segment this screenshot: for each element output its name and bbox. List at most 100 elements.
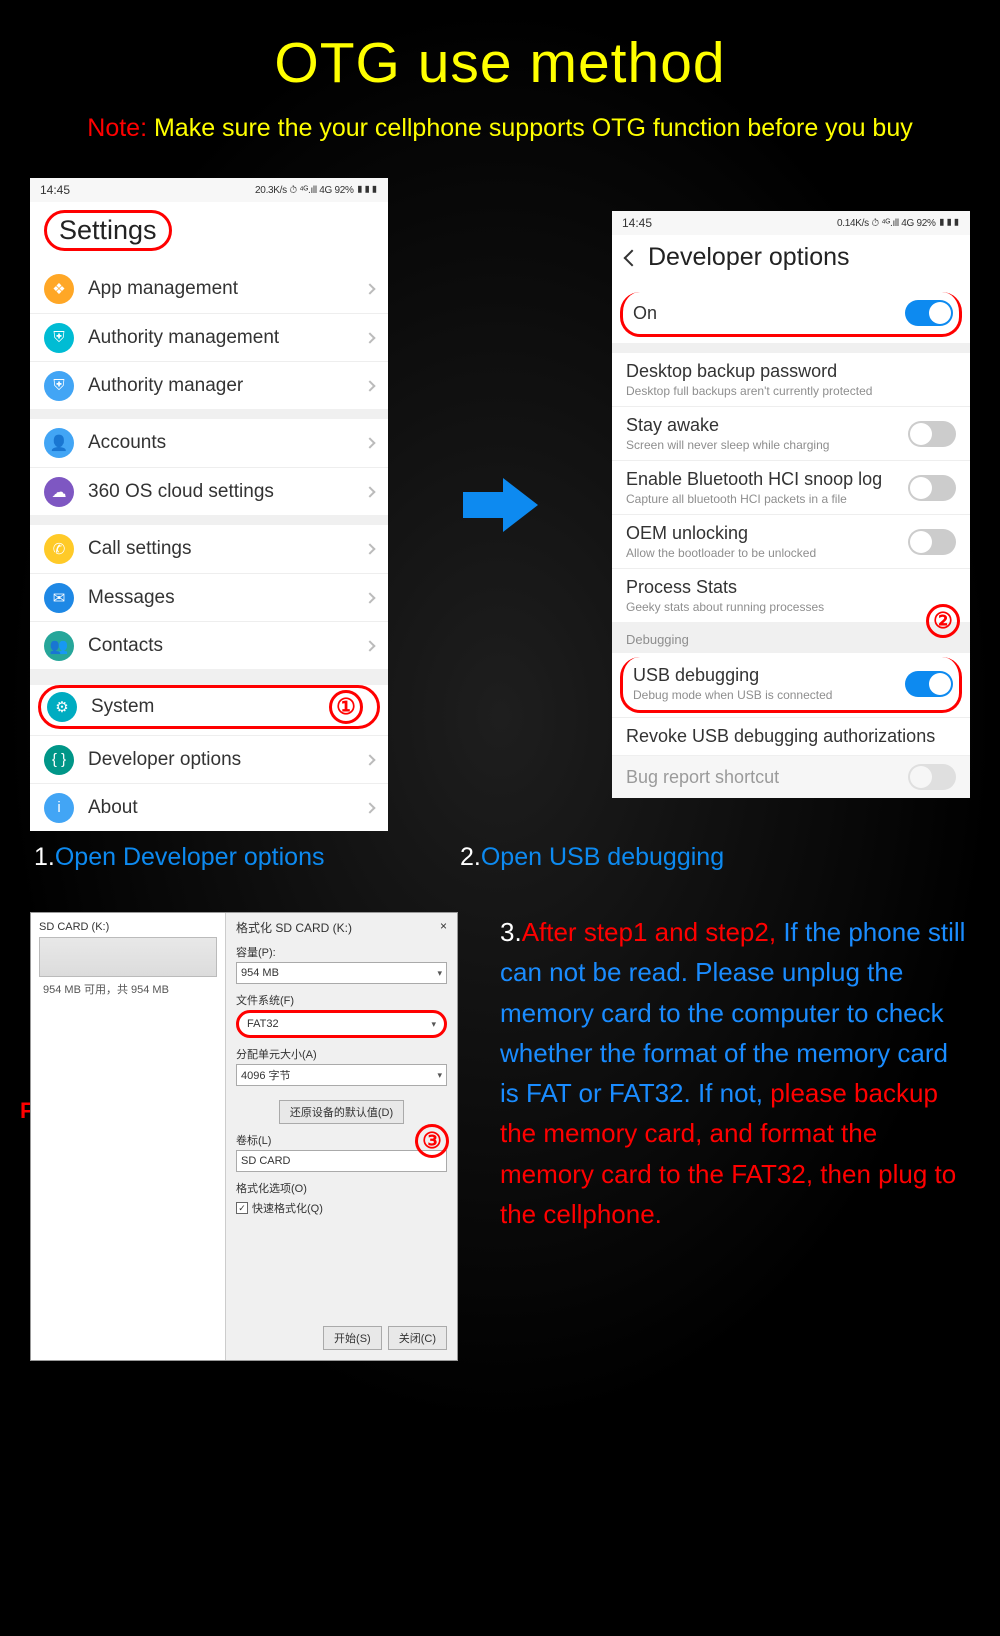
usb-debugging-row-highlight[interactable]: USB debugging Debug mode when USB is con…: [620, 657, 962, 713]
dev-item-stay-awake[interactable]: Stay awakeScreen will never sleep while …: [612, 406, 970, 460]
settings-item-authority-management[interactable]: ⛨ Authority management: [30, 313, 388, 361]
chevron-right-icon: [364, 283, 375, 294]
settings-item-contacts[interactable]: 👥 Contacts: [30, 621, 388, 669]
usb-debugging-sub: Debug mode when USB is connected: [633, 688, 895, 702]
caption-1-text: Open Developer options: [55, 843, 325, 871]
chevron-right-icon: [364, 380, 375, 391]
dev-item-title: Process Stats: [626, 577, 956, 598]
revoke-label: Revoke USB debugging authorizations: [626, 726, 956, 747]
revoke-usb-row[interactable]: Revoke USB debugging authorizations: [612, 717, 970, 755]
settings-item-developer-options[interactable]: { } Developer options: [30, 735, 388, 783]
volume-label-input[interactable]: SD CARD: [236, 1150, 447, 1172]
toggle-icon[interactable]: [908, 529, 956, 555]
menu-item-label: App management: [88, 278, 366, 300]
menu-item-icon: ⚙: [47, 692, 77, 722]
bug-report-row[interactable]: Bug report shortcut: [612, 755, 970, 798]
step-3-red1: After step1 and step2,: [522, 917, 776, 947]
close-icon[interactable]: ×: [440, 919, 447, 936]
chevron-down-icon: ▾: [437, 968, 442, 979]
note-label: Note:: [87, 114, 147, 142]
dev-item-sub: Allow the bootloader to be unlocked: [626, 546, 898, 560]
phone-developer-options-screenshot: 14:45 0.14K/s ⏱ ⁴ᴳ.ıll 4G 92% ▮▮▮ Develo…: [612, 211, 970, 798]
menu-item-label: Authority manager: [88, 375, 366, 397]
status-time: 14:45: [40, 183, 70, 197]
status-bar: 14:45 0.14K/s ⏱ ⁴ᴳ.ıll 4G 92% ▮▮▮: [612, 211, 970, 235]
caption-1-num: 1.: [34, 843, 55, 871]
chevron-right-icon: [364, 486, 375, 497]
dev-options-title: Developer options: [648, 243, 850, 272]
chevron-down-icon: ▾: [437, 1070, 442, 1081]
settings-item-accounts[interactable]: 👤 Accounts: [30, 419, 388, 467]
usb-debugging-toggle-icon[interactable]: [905, 671, 953, 697]
dev-item-oem-unlocking[interactable]: OEM unlocking Allow the bootloader to be …: [612, 514, 970, 568]
menu-item-icon: 👤: [44, 428, 74, 458]
close-button[interactable]: 关闭(C): [388, 1326, 447, 1350]
menu-item-icon: ✆: [44, 534, 74, 564]
restore-defaults-button[interactable]: 还原设备的默认值(D): [279, 1100, 404, 1124]
chevron-right-icon: [364, 640, 375, 651]
menu-item-icon: 👥: [44, 631, 74, 661]
menu-item-label: About: [88, 797, 366, 819]
dialog-title-bar: 格式化 SD CARD (K:) ×: [236, 919, 447, 936]
settings-item-app-management[interactable]: ❖ App management: [30, 265, 388, 313]
settings-item-messages[interactable]: ✉ Messages: [30, 573, 388, 621]
phone-header: Developer options: [612, 235, 970, 286]
menu-item-label: 360 OS cloud settings: [88, 481, 366, 503]
settings-item-about[interactable]: i About: [30, 783, 388, 831]
quick-format-checkbox[interactable]: ✓ 快速格式化(Q): [236, 1200, 447, 1216]
step-1-badge: ①: [329, 690, 363, 724]
settings-item-360-os-cloud-settings[interactable]: ☁ 360 OS cloud settings: [30, 467, 388, 515]
settings-item-system[interactable]: ⚙ System ①: [38, 685, 380, 729]
status-bar: 14:45 20.3K/s ⏱ ⁴ᴳ.ıll 4G 92% ▮▮▮: [30, 178, 388, 202]
dev-item-title: OEM unlocking: [626, 523, 898, 544]
allocation-select[interactable]: 4096 字节▾: [236, 1064, 447, 1086]
dev-item-title: Enable Bluetooth HCI snoop log: [626, 469, 898, 490]
on-label: On: [633, 303, 895, 324]
menu-item-icon: i: [44, 793, 74, 823]
settings-item-authority-manager[interactable]: ⛨ Authority manager: [30, 361, 388, 409]
menu-item-icon: ⛨: [44, 371, 74, 401]
caption-2-text: Open USB debugging: [481, 843, 724, 871]
phone-settings-screenshot: 14:45 20.3K/s ⏱ ⁴ᴳ.ıll 4G 92% ▮▮▮ Settin…: [30, 178, 388, 831]
menu-item-icon: { }: [44, 745, 74, 775]
format-dialog-screenshot: SD CARD (K:) 954 MB 可用，共 954 MB 格式化 SD C…: [30, 912, 458, 1361]
toggle-icon[interactable]: [908, 421, 956, 447]
step-2-badge: ②: [926, 604, 960, 638]
dev-item-sub: Screen will never sleep while charging: [626, 438, 898, 452]
dev-item-process-stats[interactable]: Process StatsGeeky stats about running p…: [612, 568, 970, 622]
on-toggle-row-highlight[interactable]: On: [620, 292, 962, 337]
chevron-right-icon: [364, 437, 375, 448]
on-toggle-icon[interactable]: [905, 300, 953, 326]
toggle-icon[interactable]: [908, 475, 956, 501]
step-3-num: 3.: [500, 917, 522, 947]
dev-item-desktop-backup-password[interactable]: Desktop backup passwordDesktop full back…: [612, 353, 970, 406]
menu-item-label: Contacts: [88, 635, 366, 657]
checkbox-icon: ✓: [236, 1202, 248, 1214]
settings-item-call-settings[interactable]: ✆ Call settings: [30, 525, 388, 573]
bug-report-toggle-icon[interactable]: [908, 764, 956, 790]
back-icon[interactable]: [624, 249, 641, 266]
menu-item-label: Accounts: [88, 432, 366, 454]
chevron-right-icon: [364, 754, 375, 765]
status-time: 14:45: [622, 216, 652, 230]
menu-item-label: Call settings: [88, 538, 366, 560]
debugging-section-label: Debugging ②: [612, 622, 970, 653]
start-button[interactable]: 开始(S): [323, 1326, 382, 1350]
note-text: Make sure the your cellphone supports OT…: [147, 114, 913, 142]
dialog-title: 格式化 SD CARD (K:): [236, 919, 352, 936]
filesystem-label: 文件系统(F): [236, 992, 447, 1008]
settings-title-highlight: Settings: [44, 210, 172, 251]
quick-format-label: 快速格式化(Q): [252, 1200, 323, 1216]
dev-item-title: Desktop backup password: [626, 361, 956, 382]
capacity-select[interactable]: 954 MB▾: [236, 962, 447, 984]
drive-icon: [39, 937, 217, 977]
phone-header: Settings: [30, 202, 388, 265]
allocation-label: 分配单元大小(A): [236, 1046, 447, 1062]
dev-item-enable-bluetooth-hci-snoop-log[interactable]: Enable Bluetooth HCI snoop logCapture al…: [612, 460, 970, 514]
filesystem-select-highlight[interactable]: FAT32▾: [236, 1010, 447, 1038]
menu-item-label: Messages: [88, 587, 366, 609]
chevron-right-icon: [364, 592, 375, 603]
menu-item-icon: ⛨: [44, 323, 74, 353]
step-3-instructions: 3.After step1 and step2, If the phone st…: [460, 912, 970, 1392]
usb-debugging-title: USB debugging: [633, 665, 895, 686]
